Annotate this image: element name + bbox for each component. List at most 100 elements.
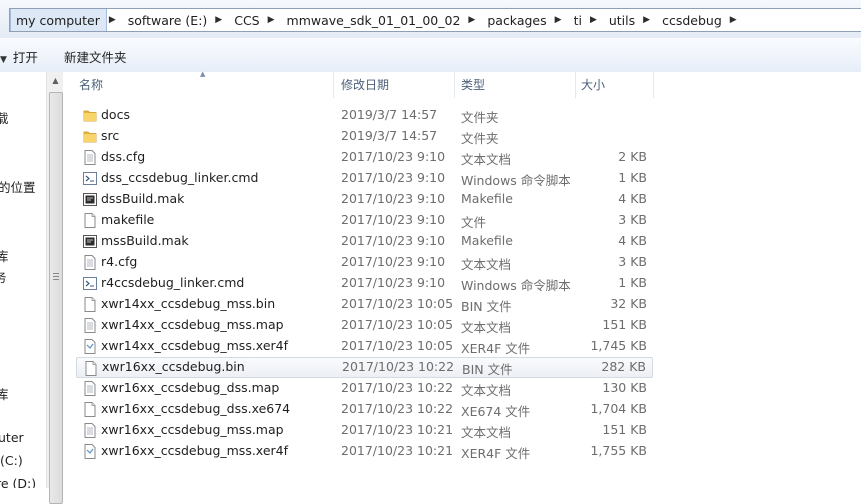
file-name[interactable]: xwr16xx_ccsdebug_dss.map: [101, 380, 279, 395]
chevron-right-icon[interactable]: ▶: [266, 15, 281, 25]
file-size: 1 KB: [618, 170, 647, 185]
breadcrumb-label[interactable]: mmwave_sdk_01_01_00_02: [281, 13, 467, 28]
blank-file-icon[interactable]: [83, 402, 97, 417]
open-button[interactable]: ▼ 打开: [0, 47, 38, 66]
command-toolbar: ▼ 打开 新建文件夹: [0, 38, 861, 73]
folder-icon[interactable]: [83, 129, 97, 144]
file-row[interactable]: xwr16xx_ccsdebug.bin 2017/10/23 10:22 BIN …: [76, 357, 653, 378]
file-name[interactable]: dssBuild.mak: [101, 191, 184, 206]
cmd-file-icon[interactable]: [83, 276, 97, 291]
chevron-right-icon[interactable]: ▶: [466, 15, 481, 25]
file-row[interactable]: r4.cfg 2017/10/23 9:10 文本文档 3 KB: [76, 252, 653, 273]
breadcrumb-item[interactable]: CCS ▶: [228, 9, 280, 31]
cmd-file-icon[interactable]: [83, 171, 97, 186]
file-name[interactable]: xwr14xx_ccsdebug_mss.xer4f: [101, 338, 288, 353]
file-row[interactable]: dss.cfg 2017/10/23 9:10 文本文档 2 KB: [76, 147, 653, 168]
scroll-up-icon[interactable]: ▲: [47, 72, 64, 89]
file-date: 2017/10/23 9:10: [341, 233, 446, 248]
file-row[interactable]: dss_ccsdebug_linker.cmd 2017/10/23 9:10 Wi…: [76, 168, 653, 189]
file-date: 2017/10/23 9:10: [341, 170, 446, 185]
file-type: Makefile: [461, 233, 513, 248]
column-header-type[interactable]: 类型: [455, 72, 576, 98]
file-name[interactable]: xwr16xx_ccsdebug_mss.xer4f: [101, 443, 288, 458]
file-name[interactable]: xwr16xx_ccsdebug.bin: [102, 359, 245, 374]
nav-item[interactable]: 库: [0, 246, 9, 265]
chevron-right-icon[interactable]: ▶: [588, 15, 603, 25]
breadcrumb-item[interactable]: utils ▶: [603, 9, 656, 31]
nav-item[interactable]: 库: [0, 384, 9, 403]
blank-file-icon[interactable]: [83, 213, 97, 228]
generic-file-icon[interactable]: [83, 444, 97, 459]
breadcrumb-label[interactable]: utils: [603, 13, 641, 28]
file-name[interactable]: dss_ccsdebug_linker.cmd: [101, 170, 258, 185]
text-file-icon[interactable]: [83, 150, 97, 165]
generic-file-icon[interactable]: [83, 339, 97, 354]
file-name[interactable]: r4ccsdebug_linker.cmd: [101, 275, 244, 290]
navigation-scrollbar[interactable]: ▲: [46, 72, 64, 504]
nav-item[interactable]: 的位置: [0, 177, 36, 196]
column-header-name[interactable]: 名称: [63, 72, 334, 98]
breadcrumb-item[interactable]: ti ▶: [568, 9, 603, 31]
file-name[interactable]: makefile: [101, 212, 154, 227]
scrollbar-thumb[interactable]: [49, 92, 63, 504]
file-row[interactable]: xwr14xx_ccsdebug_mss.xer4f 2017/10/23 10:…: [76, 336, 653, 357]
file-row[interactable]: makefile 2017/10/23 9:10 文件 3 KB: [76, 210, 653, 231]
chevron-right-icon[interactable]: ▶: [553, 15, 568, 25]
column-header-date[interactable]: 修改日期: [334, 72, 455, 98]
text-file-icon[interactable]: [83, 423, 97, 438]
chevron-right-icon[interactable]: ▶: [213, 15, 228, 25]
breadcrumb-label[interactable]: ccsdebug: [656, 13, 728, 28]
file-row[interactable]: xwr14xx_ccsdebug_mss.map 2017/10/23 10:05…: [76, 315, 653, 336]
file-name[interactable]: src: [101, 128, 119, 143]
file-row[interactable]: r4ccsdebug_linker.cmd 2017/10/23 9:10 Wind…: [76, 273, 653, 294]
file-name[interactable]: xwr16xx_ccsdebug_dss.xe674: [101, 401, 290, 416]
file-row[interactable]: xwr16xx_ccsdebug_mss.map 2017/10/23 10:21…: [76, 420, 653, 441]
breadcrumb[interactable]: my computer ▶ software (E:) ▶ CCS ▶ mmwa…: [9, 8, 861, 32]
nav-item[interactable]: 务: [0, 267, 7, 286]
breadcrumb-item[interactable]: ccsdebug ▶: [656, 9, 743, 31]
file-type: 文本文档: [461, 257, 512, 272]
breadcrumb-label[interactable]: ti: [568, 13, 588, 28]
breadcrumb-item[interactable]: mmwave_sdk_01_01_00_02 ▶: [281, 9, 482, 31]
file-name[interactable]: xwr14xx_ccsdebug_mss.bin: [101, 296, 275, 311]
column-header-size[interactable]: 大小: [576, 72, 654, 98]
breadcrumb-item[interactable]: packages ▶: [481, 9, 567, 31]
file-row[interactable]: xwr16xx_ccsdebug_dss.xe674 2017/10/23 10:…: [76, 399, 653, 420]
file-row[interactable]: src 2019/3/7 14:57 文件夹: [76, 126, 653, 147]
dropdown-arrow-icon[interactable]: ▼: [0, 55, 7, 65]
nav-item[interactable]: re (D:): [0, 476, 36, 488]
breadcrumb-item[interactable]: my computer ▶: [10, 9, 122, 31]
file-name[interactable]: docs: [101, 107, 130, 122]
new-folder-button[interactable]: 新建文件夹: [64, 47, 127, 66]
file-row[interactable]: xwr16xx_ccsdebug_dss.map 2017/10/23 10:22…: [76, 378, 653, 399]
nav-item[interactable]: (C:): [0, 453, 23, 468]
folder-icon[interactable]: [83, 108, 97, 123]
file-row[interactable]: xwr16xx_ccsdebug_mss.xer4f 2017/10/23 10:…: [76, 441, 653, 462]
file-row[interactable]: xwr14xx_ccsdebug_mss.bin 2017/10/23 10:05…: [76, 294, 653, 315]
text-file-icon[interactable]: [83, 318, 97, 333]
blank-file-icon[interactable]: [83, 297, 97, 312]
breadcrumb-label[interactable]: packages: [481, 13, 552, 28]
nav-item[interactable]: uter: [0, 430, 24, 445]
breadcrumb-item[interactable]: software (E:) ▶: [122, 9, 228, 31]
file-name[interactable]: xwr16xx_ccsdebug_mss.map: [101, 422, 284, 437]
chevron-right-icon[interactable]: ▶: [107, 15, 122, 25]
blank-file-icon[interactable]: [84, 361, 98, 376]
breadcrumb-label[interactable]: my computer: [10, 9, 107, 31]
breadcrumb-label[interactable]: software (E:): [122, 13, 214, 28]
text-file-icon[interactable]: [83, 255, 97, 270]
file-name[interactable]: r4.cfg: [101, 254, 137, 269]
file-row[interactable]: mssBuild.mak 2017/10/23 9:10 Makefile 4 KB: [76, 231, 653, 252]
file-name[interactable]: dss.cfg: [101, 149, 145, 164]
file-row[interactable]: dssBuild.mak 2017/10/23 9:10 Makefile 4 KB: [76, 189, 653, 210]
makefile-icon[interactable]: [83, 234, 97, 249]
file-row[interactable]: docs 2019/3/7 14:57 文件夹: [76, 105, 653, 126]
makefile-icon[interactable]: [83, 192, 97, 207]
chevron-right-icon[interactable]: ▶: [641, 15, 656, 25]
chevron-right-icon[interactable]: ▶: [728, 15, 743, 25]
breadcrumb-label[interactable]: CCS: [228, 13, 265, 28]
nav-item[interactable]: 载: [0, 108, 9, 127]
file-name[interactable]: mssBuild.mak: [101, 233, 189, 248]
text-file-icon[interactable]: [83, 381, 97, 396]
file-name[interactable]: xwr14xx_ccsdebug_mss.map: [101, 317, 284, 332]
